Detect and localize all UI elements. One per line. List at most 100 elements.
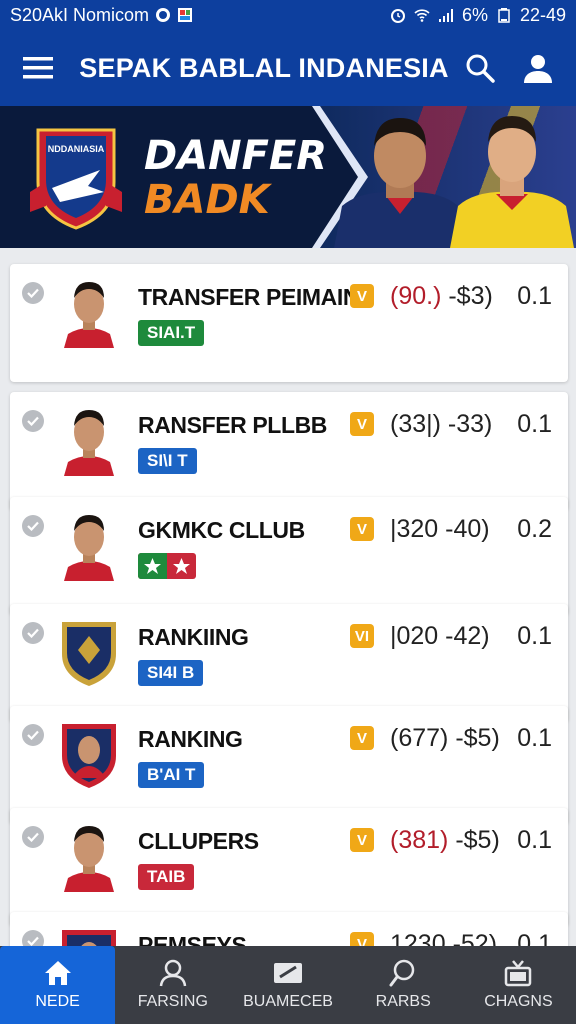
item-stat: (381) -$5) [390,826,500,855]
item-name: RANKIING [138,624,249,650]
app-bar: SEPAK BABLAL INDANESIA [0,30,576,106]
list-item[interactable]: RANSFER PLLBB SI\I T V (33|) -33) 0.1 [10,392,568,510]
player-image-2 [450,116,574,248]
status-badge: B'AI T [138,762,205,788]
crest-text: NDDANIASIA [48,144,105,154]
banner-headline-line1: DANFER [144,133,328,179]
status-badge: SI\I T [138,448,197,474]
item-name: RANSFER PLLBB [138,412,328,438]
check-icon[interactable] [22,515,44,537]
list-item[interactable]: RANKING B'AI T V (677) -$5) 0.1 [10,706,568,824]
nav-item-chagns[interactable]: CHAGNS [461,946,576,1024]
stat-close: -$5) [455,724,500,752]
alarm-icon [390,9,405,23]
user-icon [524,55,552,83]
item-value: 0.2 [517,515,552,543]
search-button[interactable] [460,48,500,88]
list-item[interactable]: CLLUPERS TAIB V (381) -$5) 0.1 [10,808,568,926]
stat-open: (90.) [390,282,442,310]
gallery-notification-icon [178,8,193,22]
check-icon[interactable] [22,410,44,432]
tv-icon [505,960,532,987]
battery-percent: 6% [461,4,488,25]
check-icon[interactable] [22,826,44,848]
battery-icon [498,8,510,23]
item-value: 0.1 [517,622,552,650]
verified-badge-icon: V [350,284,374,308]
verified-badge-icon: V [350,517,374,541]
verified-badge-icon: VI [350,624,374,648]
verified-badge-icon: V [350,412,374,436]
item-stat: |020 -42) [390,622,490,651]
item-name: RANKING [138,726,243,752]
nav-item-home[interactable]: NEDE [0,946,116,1024]
item-stat: (90.) -$3) [390,282,493,311]
player-avatar [64,410,114,476]
hamburger-icon [23,57,53,79]
verified-badge-icon: V [350,828,374,852]
stat-open: |020 [390,622,439,650]
list-item[interactable]: GKMKC CLLUB V |320 -40) 0.2 [10,497,568,615]
item-name: TRANSFER PEIMAIN [138,284,360,310]
clock: 22-49 [519,4,566,25]
app-notification-icon [156,8,171,22]
check-icon[interactable] [22,282,44,304]
status-badge: TAIB [138,864,195,890]
banner-headline-line2: BADK [144,177,270,223]
status-bar: S20AkI Nomicom 6% 22-49 [0,0,576,30]
stat-open: (677) [390,724,449,752]
stat-close: -40) [445,515,490,543]
banner-headline: DANFER BADK [144,134,327,222]
item-name: GKMKC CLLUB [138,517,305,543]
federation-crest-logo: NDDANIASIA [30,128,122,230]
stat-close: -$5) [455,826,500,854]
club-crest-icon [62,724,116,788]
item-stat: |320 -40) [390,515,490,544]
status-left-text: S20AkI Nomicom [10,4,150,25]
nav-label-chagns: CHAGNS [484,993,553,1010]
stat-open: (381) [390,826,449,854]
item-value: 0.1 [517,826,552,854]
profile-button[interactable] [518,48,558,88]
stat-open: (33|) [390,410,441,438]
stat-close: -33) [447,410,493,438]
home-icon [44,961,71,985]
list-item[interactable]: RANKIING SI4I B VI |020 -42) 0.1 [10,604,568,722]
promo-banner[interactable]: NDDANIASIA DANFER BADK [0,106,576,248]
item-name: CLLUPERS [138,828,259,854]
status-badge: SI4I B [138,660,204,686]
stat-close: -42) [445,622,490,650]
list-item[interactable]: TRANSFER PEIMAIN SIAI.T V (90.) -$3) 0.1 [10,264,568,382]
player-avatar [64,282,114,348]
verified-badge-icon: V [350,726,374,750]
search-icon [389,959,415,987]
nav-item-rarbs[interactable]: RARBS [346,946,461,1024]
person-icon [159,959,187,987]
player-avatar [64,515,114,581]
check-icon[interactable] [22,622,44,644]
status-badge: SIAI.T [138,320,205,346]
nav-label-farsing: FARSING [137,993,208,1010]
nav-label-buameceb: BUAMECEB [243,993,333,1010]
stat-open: |320 [390,515,439,543]
signal-icon [438,9,453,22]
item-stat: (677) -$5) [390,724,500,753]
nav-item-farsing[interactable]: FARSING [115,946,230,1024]
item-value: 0.1 [517,410,552,438]
item-stat: (33|) -33) [390,410,492,439]
club-crest-icon [62,622,116,686]
app-title: SEPAK BABLAL INDANESIA [79,52,449,83]
nav-label-home: NEDE [35,993,80,1010]
check-icon[interactable] [22,724,44,746]
wifi-icon [414,9,430,22]
nav-label-rarbs: RARBS [375,993,431,1010]
flag-badge [138,553,196,579]
item-value: 0.1 [517,282,552,310]
player-avatar [64,826,114,892]
nav-item-buameceb[interactable]: BUAMECEB [230,946,345,1024]
menu-button[interactable] [18,48,58,88]
item-value: 0.1 [517,724,552,752]
stat-close: -$3) [448,282,493,310]
search-icon [466,54,495,83]
bottom-navigation: NEDE FARSING BUAMECEB RARBS CHAGNS [0,946,576,1024]
